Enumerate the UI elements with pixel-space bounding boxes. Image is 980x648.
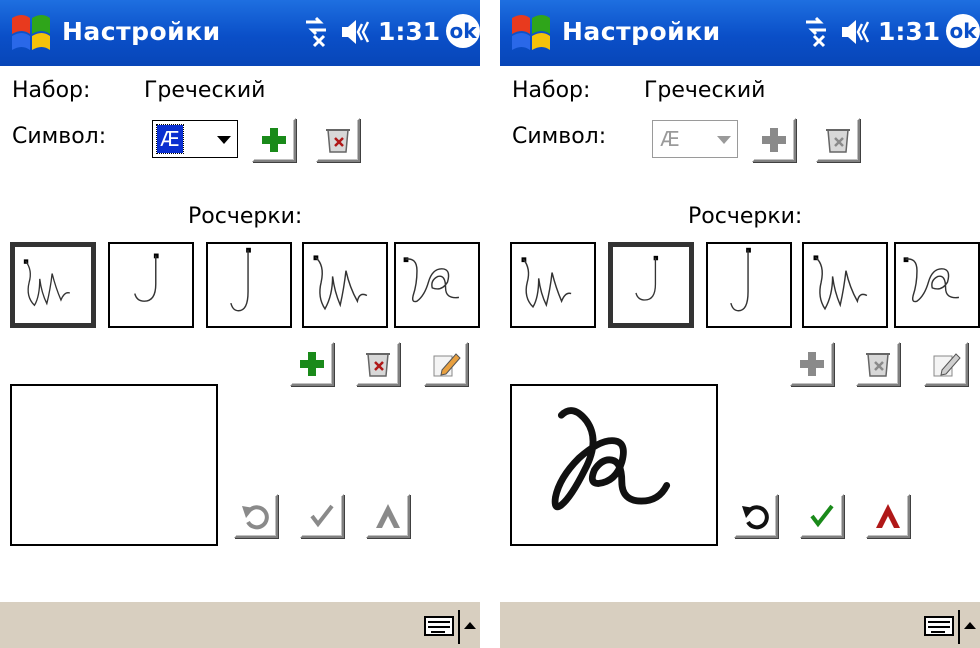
stroke-slot-2[interactable] bbox=[608, 242, 694, 328]
stroke-glyph bbox=[313, 255, 368, 311]
connectivity-icon[interactable] bbox=[800, 14, 832, 48]
undo-icon bbox=[742, 505, 769, 530]
divider bbox=[958, 610, 960, 644]
drawing-canvas[interactable] bbox=[10, 384, 218, 546]
drawn-stroke bbox=[12, 386, 216, 544]
trash-icon bbox=[826, 129, 850, 153]
stroke-slot-4[interactable] bbox=[302, 242, 388, 328]
edit-stroke-button[interactable] bbox=[924, 342, 968, 386]
chevron-down-icon bbox=[217, 136, 231, 144]
delete-symbol-button[interactable] bbox=[816, 118, 860, 162]
edit-stroke-button[interactable] bbox=[424, 342, 468, 386]
volume-icon[interactable] bbox=[338, 14, 374, 50]
windows-start-icon[interactable] bbox=[8, 8, 54, 54]
symbol-dropdown[interactable]: Æ bbox=[652, 120, 738, 158]
chevron-down-icon bbox=[717, 136, 731, 144]
cancel-button[interactable] bbox=[366, 494, 410, 538]
add-symbol-button[interactable] bbox=[752, 118, 796, 162]
add-symbol-button[interactable] bbox=[252, 118, 296, 162]
plus-icon bbox=[262, 128, 286, 152]
delete-stroke-button[interactable] bbox=[856, 342, 900, 386]
plus-icon bbox=[800, 352, 824, 376]
undo-icon bbox=[242, 505, 269, 530]
undo-button[interactable] bbox=[234, 494, 278, 538]
connectivity-icon[interactable] bbox=[300, 14, 332, 48]
pencil-icon bbox=[933, 353, 961, 377]
keyboard-icon[interactable] bbox=[924, 616, 954, 636]
stroke-slot-3[interactable] bbox=[206, 242, 292, 328]
set-value: Греческий bbox=[144, 78, 266, 103]
menu-bar bbox=[0, 600, 480, 648]
trash-icon bbox=[326, 129, 350, 153]
stroke-glyph bbox=[403, 257, 460, 303]
pencil-icon bbox=[433, 353, 461, 377]
symbol-value: Æ bbox=[660, 127, 680, 151]
volume-icon[interactable] bbox=[838, 14, 874, 50]
stroke-slot-5[interactable] bbox=[894, 242, 980, 328]
set-label: Набор: bbox=[12, 78, 91, 103]
symbol-dropdown[interactable]: Æ bbox=[152, 120, 238, 158]
window-title: Настройки bbox=[562, 17, 721, 46]
ok-button[interactable]: ok bbox=[446, 14, 480, 48]
drawn-stroke bbox=[551, 407, 671, 511]
stroke-slot-1[interactable] bbox=[10, 242, 96, 328]
stroke-slot-5[interactable] bbox=[394, 242, 480, 328]
delete-stroke-button[interactable] bbox=[356, 342, 400, 386]
screen-1: Настройки 1:31 ok Набор: Греческий Симво… bbox=[0, 0, 480, 648]
clock[interactable]: 1:31 bbox=[378, 17, 440, 46]
stroke-glyph bbox=[730, 247, 751, 312]
clock[interactable]: 1:31 bbox=[878, 17, 940, 46]
symbol-value: Æ bbox=[156, 124, 184, 154]
symbol-label: Символ: bbox=[12, 124, 107, 149]
symbol-label: Символ: bbox=[512, 124, 607, 149]
add-stroke-button[interactable] bbox=[290, 342, 334, 386]
accept-button[interactable] bbox=[800, 494, 844, 538]
title-bar: Настройки 1:31 ok bbox=[500, 0, 980, 66]
stroke-glyph bbox=[134, 253, 159, 302]
delete-symbol-button[interactable] bbox=[316, 118, 360, 162]
check-icon bbox=[310, 504, 334, 528]
title-bar: Настройки 1:31 ok bbox=[0, 0, 480, 66]
x-icon bbox=[376, 504, 400, 528]
set-value: Греческий bbox=[644, 78, 766, 103]
ok-button[interactable]: ok bbox=[946, 14, 980, 48]
plus-icon bbox=[300, 352, 324, 376]
drawing-canvas[interactable] bbox=[510, 384, 718, 546]
trash-icon bbox=[366, 353, 390, 377]
keyboard-icon[interactable] bbox=[424, 616, 454, 636]
add-stroke-button[interactable] bbox=[790, 342, 834, 386]
undo-button[interactable] bbox=[734, 494, 778, 538]
cancel-button[interactable] bbox=[866, 494, 910, 538]
divider bbox=[458, 610, 460, 644]
strokes-label: Росчерки: bbox=[688, 204, 803, 229]
accept-button[interactable] bbox=[300, 494, 344, 538]
stroke-glyph bbox=[635, 255, 659, 301]
stroke-slot-3[interactable] bbox=[706, 242, 792, 328]
check-icon bbox=[810, 504, 834, 528]
window-title: Настройки bbox=[62, 17, 221, 46]
stroke-glyph bbox=[813, 255, 868, 311]
windows-start-icon[interactable] bbox=[508, 8, 554, 54]
chevron-up-icon[interactable] bbox=[464, 622, 476, 629]
stroke-glyph bbox=[903, 257, 960, 303]
trash-icon bbox=[866, 353, 890, 377]
stroke-slot-1[interactable] bbox=[510, 242, 596, 328]
plus-icon bbox=[762, 128, 786, 152]
set-label: Набор: bbox=[512, 78, 591, 103]
menu-bar bbox=[500, 600, 980, 648]
x-icon bbox=[876, 504, 900, 528]
screen-2: Настройки 1:31 ok Набор: Греческий Симво… bbox=[500, 0, 980, 648]
stroke-glyph bbox=[23, 259, 70, 307]
stroke-glyph bbox=[521, 257, 572, 309]
strokes-label: Росчерки: bbox=[188, 204, 303, 229]
chevron-up-icon[interactable] bbox=[964, 622, 976, 629]
stroke-slot-2[interactable] bbox=[108, 242, 194, 328]
stroke-glyph bbox=[230, 247, 251, 312]
stroke-slot-4[interactable] bbox=[802, 242, 888, 328]
